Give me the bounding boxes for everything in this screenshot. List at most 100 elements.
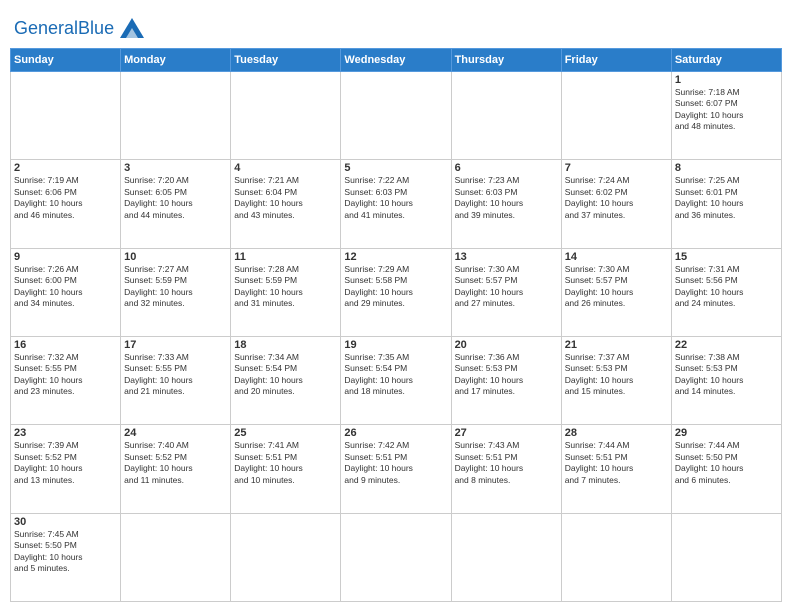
day-number: 9 — [14, 251, 117, 263]
calendar-week-1: 2Sunrise: 7:19 AM Sunset: 6:06 PM Daylig… — [11, 160, 782, 248]
day-info: Sunrise: 7:44 AM Sunset: 5:50 PM Dayligh… — [675, 440, 778, 486]
calendar-cell: 17Sunrise: 7:33 AM Sunset: 5:55 PM Dayli… — [121, 336, 231, 424]
day-info: Sunrise: 7:36 AM Sunset: 5:53 PM Dayligh… — [455, 352, 558, 398]
calendar-cell: 6Sunrise: 7:23 AM Sunset: 6:03 PM Daylig… — [451, 160, 561, 248]
calendar-table: SundayMondayTuesdayWednesdayThursdayFrid… — [10, 48, 782, 602]
day-number: 25 — [234, 427, 337, 439]
calendar-cell: 27Sunrise: 7:43 AM Sunset: 5:51 PM Dayli… — [451, 425, 561, 513]
calendar-cell: 28Sunrise: 7:44 AM Sunset: 5:51 PM Dayli… — [561, 425, 671, 513]
day-number: 4 — [234, 162, 337, 174]
weekday-tuesday: Tuesday — [231, 49, 341, 72]
calendar-cell: 5Sunrise: 7:22 AM Sunset: 6:03 PM Daylig… — [341, 160, 451, 248]
calendar-cell: 25Sunrise: 7:41 AM Sunset: 5:51 PM Dayli… — [231, 425, 341, 513]
calendar-cell — [671, 513, 781, 601]
day-number: 14 — [565, 251, 668, 263]
day-info: Sunrise: 7:38 AM Sunset: 5:53 PM Dayligh… — [675, 352, 778, 398]
calendar-cell: 22Sunrise: 7:38 AM Sunset: 5:53 PM Dayli… — [671, 336, 781, 424]
day-info: Sunrise: 7:37 AM Sunset: 5:53 PM Dayligh… — [565, 352, 668, 398]
calendar-cell — [561, 72, 671, 160]
calendar-cell: 30Sunrise: 7:45 AM Sunset: 5:50 PM Dayli… — [11, 513, 121, 601]
calendar-cell — [451, 72, 561, 160]
day-info: Sunrise: 7:39 AM Sunset: 5:52 PM Dayligh… — [14, 440, 117, 486]
day-number: 16 — [14, 339, 117, 351]
day-info: Sunrise: 7:32 AM Sunset: 5:55 PM Dayligh… — [14, 352, 117, 398]
calendar-cell: 9Sunrise: 7:26 AM Sunset: 6:00 PM Daylig… — [11, 248, 121, 336]
day-info: Sunrise: 7:43 AM Sunset: 5:51 PM Dayligh… — [455, 440, 558, 486]
calendar-cell — [231, 513, 341, 601]
calendar-cell: 4Sunrise: 7:21 AM Sunset: 6:04 PM Daylig… — [231, 160, 341, 248]
calendar-cell — [341, 513, 451, 601]
logo-text: GeneralBlue — [14, 19, 114, 37]
day-info: Sunrise: 7:31 AM Sunset: 5:56 PM Dayligh… — [675, 264, 778, 310]
day-number: 20 — [455, 339, 558, 351]
calendar-cell — [451, 513, 561, 601]
day-number: 22 — [675, 339, 778, 351]
calendar-cell: 24Sunrise: 7:40 AM Sunset: 5:52 PM Dayli… — [121, 425, 231, 513]
logo-icon — [116, 14, 148, 42]
day-info: Sunrise: 7:30 AM Sunset: 5:57 PM Dayligh… — [455, 264, 558, 310]
calendar-week-4: 23Sunrise: 7:39 AM Sunset: 5:52 PM Dayli… — [11, 425, 782, 513]
calendar-cell: 12Sunrise: 7:29 AM Sunset: 5:58 PM Dayli… — [341, 248, 451, 336]
calendar-cell: 26Sunrise: 7:42 AM Sunset: 5:51 PM Dayli… — [341, 425, 451, 513]
day-number: 28 — [565, 427, 668, 439]
day-number: 15 — [675, 251, 778, 263]
page: GeneralBlue SundayMondayTuesdayWednesday… — [0, 0, 792, 612]
weekday-friday: Friday — [561, 49, 671, 72]
weekday-saturday: Saturday — [671, 49, 781, 72]
calendar-cell: 1Sunrise: 7:18 AM Sunset: 6:07 PM Daylig… — [671, 72, 781, 160]
day-number: 2 — [14, 162, 117, 174]
day-number: 23 — [14, 427, 117, 439]
day-number: 10 — [124, 251, 227, 263]
calendar-cell: 11Sunrise: 7:28 AM Sunset: 5:59 PM Dayli… — [231, 248, 341, 336]
calendar-cell: 21Sunrise: 7:37 AM Sunset: 5:53 PM Dayli… — [561, 336, 671, 424]
day-info: Sunrise: 7:25 AM Sunset: 6:01 PM Dayligh… — [675, 175, 778, 221]
calendar-week-0: 1Sunrise: 7:18 AM Sunset: 6:07 PM Daylig… — [11, 72, 782, 160]
day-info: Sunrise: 7:45 AM Sunset: 5:50 PM Dayligh… — [14, 529, 117, 575]
day-number: 8 — [675, 162, 778, 174]
day-info: Sunrise: 7:22 AM Sunset: 6:03 PM Dayligh… — [344, 175, 447, 221]
day-number: 13 — [455, 251, 558, 263]
day-info: Sunrise: 7:19 AM Sunset: 6:06 PM Dayligh… — [14, 175, 117, 221]
weekday-sunday: Sunday — [11, 49, 121, 72]
weekday-wednesday: Wednesday — [341, 49, 451, 72]
calendar-cell — [231, 72, 341, 160]
logo-general: General — [14, 18, 78, 38]
calendar-cell: 8Sunrise: 7:25 AM Sunset: 6:01 PM Daylig… — [671, 160, 781, 248]
calendar-cell — [121, 72, 231, 160]
calendar-cell: 16Sunrise: 7:32 AM Sunset: 5:55 PM Dayli… — [11, 336, 121, 424]
calendar-cell: 13Sunrise: 7:30 AM Sunset: 5:57 PM Dayli… — [451, 248, 561, 336]
day-info: Sunrise: 7:27 AM Sunset: 5:59 PM Dayligh… — [124, 264, 227, 310]
day-info: Sunrise: 7:29 AM Sunset: 5:58 PM Dayligh… — [344, 264, 447, 310]
day-number: 30 — [14, 516, 117, 528]
weekday-header-row: SundayMondayTuesdayWednesdayThursdayFrid… — [11, 49, 782, 72]
day-number: 12 — [344, 251, 447, 263]
day-number: 21 — [565, 339, 668, 351]
weekday-monday: Monday — [121, 49, 231, 72]
day-info: Sunrise: 7:20 AM Sunset: 6:05 PM Dayligh… — [124, 175, 227, 221]
day-number: 1 — [675, 74, 778, 86]
header: GeneralBlue — [10, 10, 782, 42]
day-number: 29 — [675, 427, 778, 439]
day-number: 18 — [234, 339, 337, 351]
calendar-cell: 10Sunrise: 7:27 AM Sunset: 5:59 PM Dayli… — [121, 248, 231, 336]
day-info: Sunrise: 7:18 AM Sunset: 6:07 PM Dayligh… — [675, 87, 778, 133]
calendar-cell: 23Sunrise: 7:39 AM Sunset: 5:52 PM Dayli… — [11, 425, 121, 513]
day-number: 17 — [124, 339, 227, 351]
calendar-cell: 7Sunrise: 7:24 AM Sunset: 6:02 PM Daylig… — [561, 160, 671, 248]
day-number: 19 — [344, 339, 447, 351]
day-number: 11 — [234, 251, 337, 263]
calendar-week-2: 9Sunrise: 7:26 AM Sunset: 6:00 PM Daylig… — [11, 248, 782, 336]
day-info: Sunrise: 7:30 AM Sunset: 5:57 PM Dayligh… — [565, 264, 668, 310]
calendar-cell: 19Sunrise: 7:35 AM Sunset: 5:54 PM Dayli… — [341, 336, 451, 424]
calendar-cell: 14Sunrise: 7:30 AM Sunset: 5:57 PM Dayli… — [561, 248, 671, 336]
day-number: 5 — [344, 162, 447, 174]
day-number: 26 — [344, 427, 447, 439]
day-info: Sunrise: 7:41 AM Sunset: 5:51 PM Dayligh… — [234, 440, 337, 486]
calendar-cell — [341, 72, 451, 160]
calendar-cell: 20Sunrise: 7:36 AM Sunset: 5:53 PM Dayli… — [451, 336, 561, 424]
day-number: 3 — [124, 162, 227, 174]
logo-blue: Blue — [78, 18, 114, 38]
logo: GeneralBlue — [14, 14, 148, 42]
day-info: Sunrise: 7:23 AM Sunset: 6:03 PM Dayligh… — [455, 175, 558, 221]
weekday-thursday: Thursday — [451, 49, 561, 72]
